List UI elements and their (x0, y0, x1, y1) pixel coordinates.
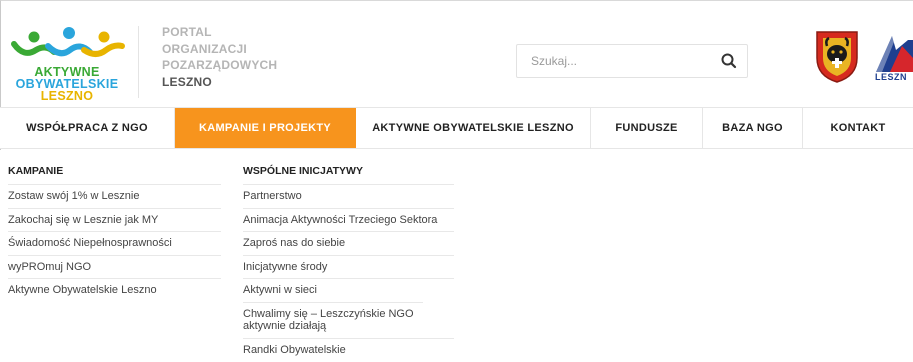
logo-line-3: LESZNO (40, 89, 94, 103)
logo-figures-icon (11, 27, 125, 57)
menu-item-link[interactable]: Randki Obywatelskie (243, 337, 454, 362)
menu-item-link[interactable]: Aktywni w sieci (243, 278, 454, 302)
nav-item-kampanie[interactable]: KAMPANIE I PROJEKTY (175, 108, 356, 148)
search-input[interactable] (531, 53, 711, 69)
leszno-logo-text: LESZN (875, 72, 908, 82)
site-logo[interactable]: AKTYWNE OBYWATELSKIE LESZNO (8, 24, 126, 120)
logo-text: AKTYWNE OBYWATELSKIE LESZNO (8, 66, 126, 103)
nav-item-kontakt[interactable]: KONTAKT (803, 108, 913, 148)
leszno-city-logo[interactable]: LESZN (872, 32, 913, 86)
menu-item-link[interactable]: Zostaw swój 1% w Lesznie (8, 184, 221, 208)
menu-item-link[interactable]: Zakochaj się w Lesznie jak MY (8, 207, 221, 232)
header-divider (138, 26, 139, 98)
menu-list: Partnerstwo Animacja Aktywności Trzecieg… (243, 184, 454, 361)
menu-item-link[interactable]: Chwalimy się – Leszczyńskie NGO aktywnie… (243, 301, 423, 338)
menu-item-link[interactable]: Zaproś nas do siebie (243, 231, 454, 255)
menu-item-link[interactable]: Inicjatywne środy (243, 254, 454, 279)
menu-item-link[interactable]: Aktywne Obywatelskie Leszno (8, 278, 221, 302)
mega-menu-dropdown: KAMPANIE Zostaw swój 1% w Lesznie Zakoch… (0, 150, 913, 362)
menu-item-link[interactable]: wyPROmuj NGO (8, 254, 221, 279)
search-icon[interactable] (719, 51, 739, 71)
portal-line-1: PORTAL (162, 25, 212, 39)
menu-column-kampanie: KAMPANIE Zostaw swój 1% w Lesznie Zakoch… (8, 164, 221, 302)
menu-column-title: WSPÓLNE INICJATYWY (243, 165, 363, 177)
nav-item-baza-ngo[interactable]: BAZA NGO (703, 108, 803, 148)
nav-item-aktywne-leszno[interactable]: AKTYWNE OBYWATELSKIE LESZNO (356, 108, 591, 148)
coat-of-arms-icon[interactable] (815, 28, 859, 84)
nav-item-fundusze[interactable]: FUNDUSZE (591, 108, 703, 148)
menu-column-title: KAMPANIE (8, 165, 64, 177)
portal-line-2: ORGANIZACJI (162, 41, 247, 56)
portal-title: PORTAL ORGANIZACJI POZARZĄDOWYCH LESZNO (162, 24, 277, 90)
menu-list: Zostaw swój 1% w Lesznie Zakochaj się w … (8, 184, 221, 302)
menu-column-inicjatywy: WSPÓLNE INICJATYWY Partnerstwo Animacja … (243, 164, 454, 361)
menu-item-link[interactable]: Animacja Aktywności Trzeciego Sektora (243, 207, 454, 232)
menu-item-link[interactable]: Partnerstwo (243, 184, 454, 208)
main-navigation: WSPÓŁPRACA Z NGO KAMPANIE I PROJEKTY AKT… (0, 107, 913, 149)
menu-item-link[interactable]: Świadomość Niepełnosprawności (8, 231, 221, 255)
portal-city: LESZNO (162, 74, 212, 89)
search-box (516, 44, 748, 78)
nav-item-wspolpraca[interactable]: WSPÓŁPRACA Z NGO (0, 108, 175, 148)
portal-line-3: POZARZĄDOWYCH (162, 58, 278, 72)
